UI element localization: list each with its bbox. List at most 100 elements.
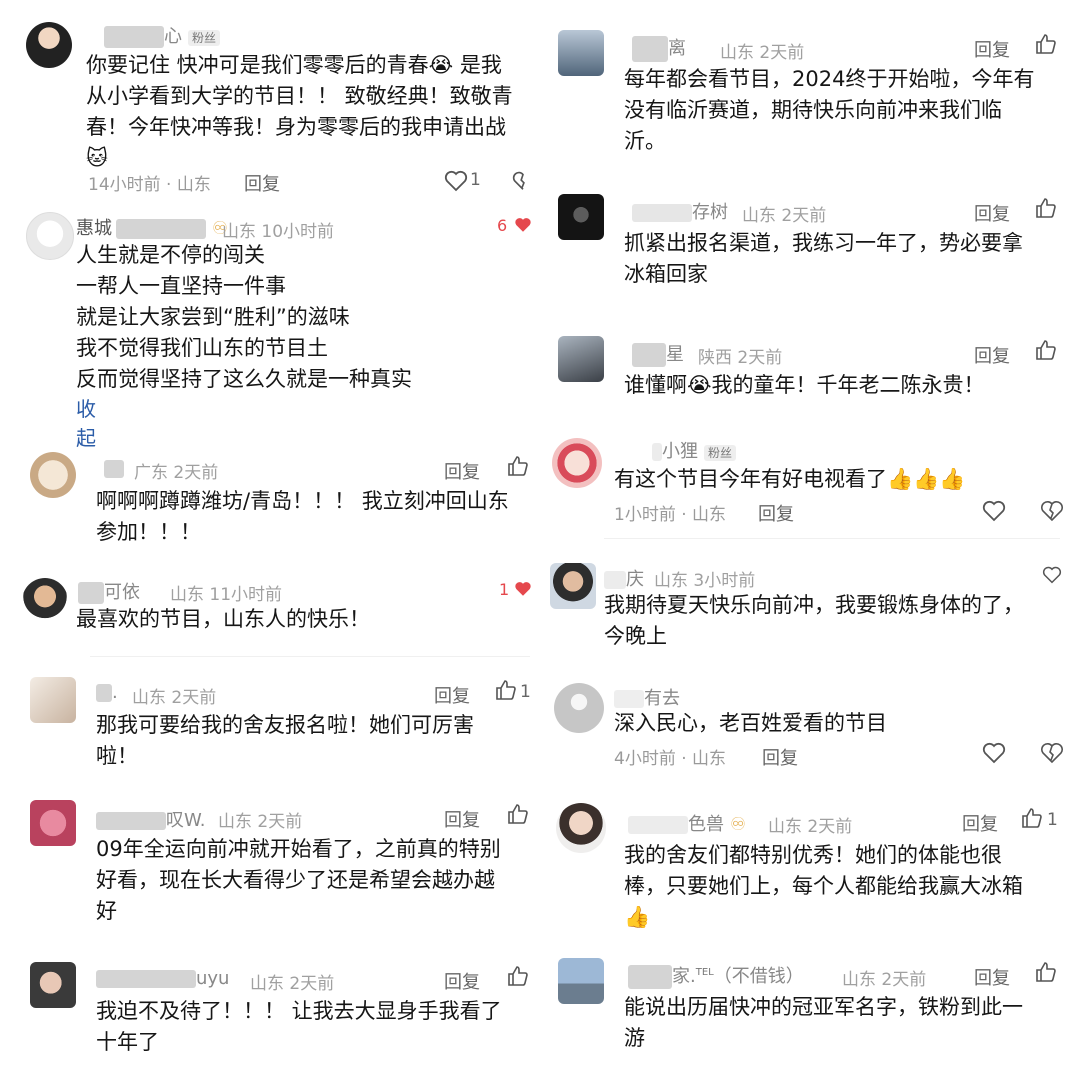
timestamp-location: 1小时前 · 山东 bbox=[614, 505, 727, 525]
avatar[interactable] bbox=[550, 563, 596, 609]
username[interactable]: uyu bbox=[96, 968, 229, 989]
comment-text: 那我可要给我的舍友报名啦！她们可厉害 啦！ bbox=[96, 713, 474, 768]
heart-filled-icon[interactable] bbox=[514, 216, 532, 234]
thumbs-up-icon[interactable] bbox=[506, 964, 530, 988]
like-count: 1 bbox=[1047, 810, 1058, 830]
location-time: 山东 3小时前 bbox=[654, 571, 756, 591]
username[interactable]: 家.TEL（不借钱） bbox=[628, 962, 804, 989]
reply-button[interactable]: 回复 bbox=[762, 744, 798, 770]
avatar[interactable] bbox=[30, 677, 76, 723]
username[interactable]: 庆 bbox=[604, 565, 644, 591]
location-time: 山东 10小时前 bbox=[222, 222, 335, 242]
heart-broken-icon[interactable] bbox=[1040, 742, 1064, 764]
reply-button[interactable]: 回复 bbox=[434, 682, 470, 708]
thumbs-up-icon[interactable] bbox=[1034, 338, 1058, 362]
username[interactable]: 可依 bbox=[78, 578, 140, 604]
comment-text: 每年都会看节目，2024终于开始啦，今年有 没有临沂赛道，期待快乐向前冲来我们临沂… bbox=[624, 67, 1035, 153]
reply-button[interactable]: 回复 bbox=[444, 806, 480, 832]
comment-text: 抓紧出报名渠道，我练习一年了，势必要拿 冰箱回家 bbox=[624, 231, 1023, 286]
location-time: 山东 2天前 bbox=[132, 688, 217, 708]
username[interactable]: 心粉丝 bbox=[104, 22, 221, 48]
avatar[interactable] bbox=[26, 22, 72, 68]
avatar[interactable] bbox=[556, 803, 606, 853]
avatar[interactable] bbox=[554, 683, 604, 733]
location-time: 广东 2天前 bbox=[134, 463, 219, 483]
avatar[interactable] bbox=[558, 958, 604, 1004]
heart-broken-icon[interactable] bbox=[512, 170, 534, 192]
username[interactable]: . bbox=[96, 682, 118, 703]
location-time: 山东 2天前 bbox=[250, 974, 335, 994]
thumbs-up-icon[interactable] bbox=[1034, 32, 1058, 56]
comment-text: 我迫不及待了！！！ 让我去大显身手我看了 十年了 bbox=[96, 999, 502, 1054]
reply-button[interactable]: 回复 bbox=[244, 170, 280, 196]
username[interactable]: 存树 bbox=[632, 198, 728, 224]
heart-broken-icon[interactable] bbox=[1040, 500, 1064, 522]
username[interactable]: 叹W. bbox=[96, 806, 205, 832]
location-time: 山东 11小时前 bbox=[170, 585, 283, 605]
avatar[interactable] bbox=[30, 452, 76, 498]
username[interactable]: 色兽 ♾ bbox=[628, 810, 746, 836]
like-count: 1 bbox=[520, 682, 531, 702]
thumbs-up-icon[interactable] bbox=[1020, 806, 1044, 830]
comment-text: 你要记住 快冲可是我们零零后的青春😭 是我 从小学看到大学的节目！！ 致敬经典！致… bbox=[86, 53, 513, 170]
location-time: 山东 2天前 bbox=[742, 206, 827, 226]
heart-filled-icon[interactable] bbox=[514, 580, 532, 598]
location-time: 陕西 2天前 bbox=[698, 348, 783, 368]
username[interactable]: 惠城 ♾ bbox=[76, 214, 228, 240]
comment-text: 深入民心，老百姓爱看的节目 bbox=[614, 711, 887, 735]
avatar[interactable] bbox=[558, 30, 604, 76]
username[interactable]: 有去 bbox=[614, 684, 680, 710]
like-count: 1 bbox=[470, 170, 481, 190]
reply-button[interactable]: 回复 bbox=[444, 968, 480, 994]
avatar[interactable] bbox=[26, 212, 74, 260]
comment-text: 人生就是不停的闯关 一帮人一直坚持一件事 就是让大家尝到“胜利”的滋味 我不觉得我们山… bbox=[76, 243, 412, 391]
location-time: 山东 2天前 bbox=[720, 43, 805, 63]
vip-icon: ♾ bbox=[730, 814, 747, 835]
location-time: 山东 2天前 bbox=[768, 817, 853, 837]
username[interactable]: 离 bbox=[632, 34, 686, 62]
avatar[interactable] bbox=[558, 336, 604, 382]
comment-text: 有这个节目今年有好电视看了👍👍👍 bbox=[614, 467, 966, 491]
thumbs-up-icon[interactable] bbox=[506, 454, 530, 478]
location-time: 山东 2天前 bbox=[218, 812, 303, 832]
thumbs-up-icon[interactable] bbox=[506, 802, 530, 826]
avatar[interactable] bbox=[30, 962, 76, 1008]
timestamp-location: 4小时前 · 山东 bbox=[614, 749, 727, 769]
divider bbox=[604, 538, 1060, 539]
reply-button[interactable]: 回复 bbox=[444, 458, 480, 484]
reply-button[interactable]: 回复 bbox=[758, 500, 794, 526]
reply-button[interactable]: 回复 bbox=[974, 36, 1010, 62]
heart-outline-icon[interactable] bbox=[444, 170, 468, 192]
avatar[interactable] bbox=[552, 438, 602, 488]
divider bbox=[90, 656, 530, 657]
comment-text: 最喜欢的节目，山东人的快乐！ bbox=[76, 607, 370, 631]
thumbs-up-icon[interactable] bbox=[1034, 960, 1058, 984]
thumbs-up-icon[interactable] bbox=[1034, 196, 1058, 220]
timestamp-location: 14小时前 · 山东 bbox=[88, 175, 211, 195]
username[interactable]: 星 bbox=[632, 340, 684, 367]
heart-outline-icon[interactable] bbox=[982, 742, 1006, 764]
username[interactable]: 小狸 粉丝 bbox=[652, 437, 737, 463]
heart-outline-icon[interactable] bbox=[982, 500, 1006, 522]
reply-button[interactable]: 回复 bbox=[962, 810, 998, 836]
avatar[interactable] bbox=[22, 578, 68, 624]
comment-text: 能说出历届快冲的冠亚军名字，铁粉到此一游 bbox=[624, 995, 1023, 1050]
reply-button[interactable]: 回复 bbox=[974, 342, 1010, 368]
reply-button[interactable]: 回复 bbox=[974, 964, 1010, 990]
thumbs-up-icon[interactable] bbox=[494, 678, 518, 702]
location-time: 山东 2天前 bbox=[842, 970, 927, 990]
comment-text: 啊啊啊蹲蹲潍坊/青岛！！！ 我立刻冲回山东 参加！！！ bbox=[96, 489, 509, 544]
fan-badge: 粉丝 bbox=[704, 444, 737, 461]
fan-badge: 粉丝 bbox=[188, 29, 221, 46]
avatar[interactable] bbox=[558, 194, 604, 240]
collapse-link[interactable]: 收起 bbox=[76, 393, 96, 451]
like-count: 6 bbox=[497, 216, 508, 235]
username[interactable] bbox=[104, 458, 124, 479]
comment-text: 谁懂啊😭我的童年！千年老二陈永贵！ bbox=[624, 373, 985, 397]
like-count: 1 bbox=[499, 580, 510, 599]
heart-outline-icon[interactable] bbox=[1042, 566, 1062, 584]
reply-button[interactable]: 回复 bbox=[974, 200, 1010, 226]
avatar[interactable] bbox=[30, 800, 76, 846]
comment-text: 我的舍友们都特别优秀！她们的体能也很 棒，只要她们上，每个人都能给我赢大冰箱 👍 bbox=[624, 843, 1023, 929]
comment-text: 我期待夏天快乐向前冲，我要锻炼身体的了， 今晚上 bbox=[604, 593, 1024, 648]
